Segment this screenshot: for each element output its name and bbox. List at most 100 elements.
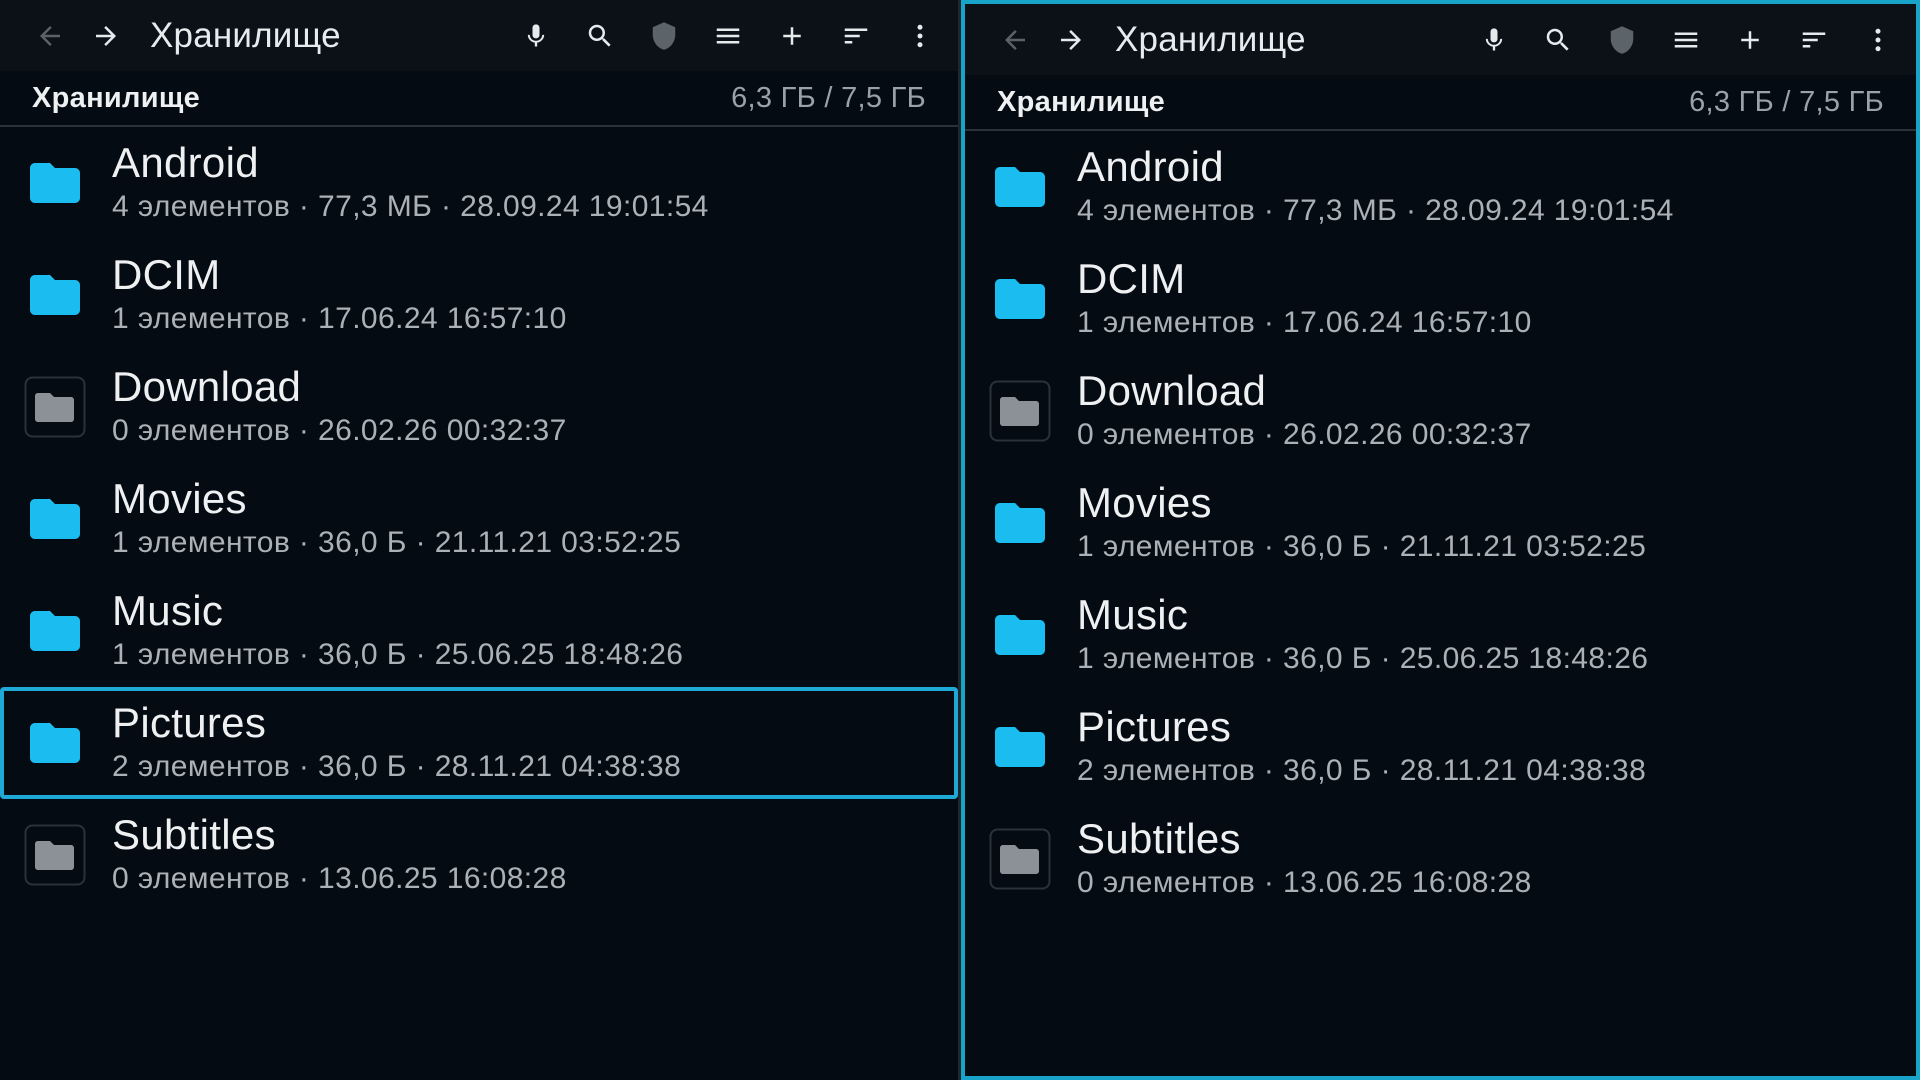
list-item[interactable]: Music 1 элементов · 36,0 Б · 25.06.25 18:… xyxy=(0,575,958,687)
list-item[interactable]: DCIM 1 элементов · 17.06.24 16:57:10 xyxy=(965,243,1916,355)
arrow-forward-icon xyxy=(1061,29,1081,50)
shield-icon xyxy=(652,21,676,50)
item-text: DCIM 1 элементов · 17.06.24 16:57:10 xyxy=(112,252,567,338)
toolbar-title: Хранилище xyxy=(150,15,341,55)
add-icon xyxy=(783,26,801,45)
item-text: Subtitles 0 элементов · 13.06.25 16:08:28 xyxy=(112,812,567,898)
item-name: Subtitles xyxy=(1077,815,1241,862)
search-icon xyxy=(588,24,611,47)
voice-search-button[interactable] xyxy=(504,0,568,71)
storage-usage: 6,3 ГБ / 7,5 ГБ xyxy=(731,81,926,114)
list-item[interactable]: Pictures 2 элементов · 36,0 Б · 28.11.21 … xyxy=(0,687,958,799)
folder-empty-icon xyxy=(24,824,86,886)
more-vert-icon xyxy=(917,24,923,47)
item-text: Music 1 элементов · 36,0 Б · 25.06.25 18:… xyxy=(112,588,683,674)
folder-filled-icon xyxy=(24,264,86,326)
arrow-back-icon xyxy=(40,25,60,46)
search-button[interactable] xyxy=(568,0,632,71)
folder-filled-icon xyxy=(989,492,1051,554)
item-name: Pictures xyxy=(1077,703,1232,750)
list-item[interactable]: Music 1 элементов · 36,0 Б · 25.06.25 18:… xyxy=(965,579,1916,691)
right-pane: Хранилище Хранилище 6,3 ГБ / 7,5 ГБ Andr… xyxy=(961,0,1920,1080)
add-button[interactable] xyxy=(760,0,824,71)
item-details: 2 элементов · 36,0 Б · 28.11.21 04:38:38 xyxy=(112,750,682,783)
left-pane: Хранилище Хранилище 6,3 ГБ / 7,5 ГБ Andr… xyxy=(0,0,961,1080)
item-details: 4 элементов · 77,3 МБ · 28.09.24 19:01:5… xyxy=(1077,194,1674,227)
item-name: Movies xyxy=(112,475,247,522)
item-name: Music xyxy=(1077,591,1189,638)
item-details: 4 элементов · 77,3 МБ · 28.09.24 19:01:5… xyxy=(112,190,709,223)
protect-button[interactable] xyxy=(632,0,696,71)
shield-icon xyxy=(1610,25,1634,54)
folder-filled-icon xyxy=(24,488,86,550)
protect-button[interactable] xyxy=(1590,4,1654,75)
folder-empty-icon xyxy=(989,828,1051,890)
add-button[interactable] xyxy=(1718,4,1782,75)
item-text: Movies 1 элементов · 36,0 Б · 21.11.21 03… xyxy=(1077,480,1646,566)
list-item[interactable]: Movies 1 элементов · 36,0 Б · 21.11.21 03… xyxy=(0,463,958,575)
add-icon xyxy=(1741,30,1759,49)
item-name: Music xyxy=(112,587,224,634)
microphone-icon xyxy=(1485,27,1503,50)
list-view-icon xyxy=(716,28,740,43)
search-button[interactable] xyxy=(1526,4,1590,75)
file-list: Android 4 элементов · 77,3 МБ · 28.09.24 … xyxy=(0,127,958,911)
item-details: 2 элементов · 36,0 Б · 28.11.21 04:38:38 xyxy=(1077,754,1647,787)
search-icon xyxy=(1546,28,1569,51)
list-item[interactable]: Android 4 элементов · 77,3 МБ · 28.09.24 … xyxy=(965,131,1916,243)
folder-filled-icon xyxy=(989,604,1051,666)
item-details: 1 элементов · 36,0 Б · 21.11.21 03:52:25 xyxy=(1077,530,1647,563)
dual-pane-file-manager: Хранилище Хранилище 6,3 ГБ / 7,5 ГБ Andr… xyxy=(0,0,1920,1080)
sort-button[interactable] xyxy=(1782,4,1846,75)
path-title[interactable]: Хранилище xyxy=(997,86,1165,119)
item-text: Music 1 элементов · 36,0 Б · 25.06.25 18:… xyxy=(1077,592,1648,678)
item-details: 0 элементов · 26.02.26 00:32:37 xyxy=(112,414,567,447)
forward-button[interactable] xyxy=(1043,4,1099,75)
item-name: Android xyxy=(1077,143,1224,190)
folder-filled-icon xyxy=(24,152,86,214)
folder-filled-icon xyxy=(989,716,1051,778)
path-bar: Хранилище 6,3 ГБ / 7,5 ГБ xyxy=(0,71,958,127)
sort-button[interactable] xyxy=(824,0,888,71)
item-text: DCIM 1 элементов · 17.06.24 16:57:10 xyxy=(1077,256,1532,342)
view-mode-button[interactable] xyxy=(1654,4,1718,75)
list-item[interactable]: Pictures 2 элементов · 36,0 Б · 28.11.21 … xyxy=(965,691,1916,803)
path-title[interactable]: Хранилище xyxy=(32,82,200,115)
item-details: 1 элементов · 36,0 Б · 25.06.25 18:48:26 xyxy=(1077,642,1649,675)
folder-filled-icon xyxy=(24,712,86,774)
path-bar: Хранилище 6,3 ГБ / 7,5 ГБ xyxy=(965,75,1916,131)
sort-icon xyxy=(844,28,868,43)
item-text: Pictures 2 элементов · 36,0 Б · 28.11.21 … xyxy=(112,700,681,786)
item-details: 0 элементов · 13.06.25 16:08:28 xyxy=(1077,866,1532,899)
list-item[interactable]: Subtitles 0 элементов · 13.06.25 16:08:28 xyxy=(965,803,1916,915)
list-item[interactable]: Movies 1 элементов · 36,0 Б · 21.11.21 03… xyxy=(965,467,1916,579)
item-details: 0 элементов · 26.02.26 00:32:37 xyxy=(1077,418,1532,451)
item-name: DCIM xyxy=(112,251,221,298)
more-options-button[interactable] xyxy=(888,0,952,71)
item-text: Subtitles 0 элементов · 13.06.25 16:08:28 xyxy=(1077,816,1532,902)
list-item[interactable]: DCIM 1 элементов · 17.06.24 16:57:10 xyxy=(0,239,958,351)
toolbar-actions xyxy=(1462,4,1910,75)
list-item[interactable]: Download 0 элементов · 26.02.26 00:32:37 xyxy=(0,351,958,463)
item-text: Pictures 2 элементов · 36,0 Б · 28.11.21 … xyxy=(1077,704,1646,790)
item-name: Download xyxy=(1077,367,1267,414)
item-details: 1 элементов · 17.06.24 16:57:10 xyxy=(112,302,567,335)
voice-search-button[interactable] xyxy=(1462,4,1526,75)
list-item[interactable]: Download 0 элементов · 26.02.26 00:32:37 xyxy=(965,355,1916,467)
toolbar: Хранилище xyxy=(965,4,1916,75)
arrow-forward-icon xyxy=(96,25,116,46)
list-item[interactable]: Subtitles 0 элементов · 13.06.25 16:08:28 xyxy=(0,799,958,911)
back-button[interactable] xyxy=(987,4,1043,75)
view-mode-button[interactable] xyxy=(696,0,760,71)
item-name: Android xyxy=(112,139,259,186)
folder-empty-icon xyxy=(24,376,86,438)
forward-button[interactable] xyxy=(78,0,134,71)
item-text: Download 0 элементов · 26.02.26 00:32:37 xyxy=(112,364,567,450)
list-item[interactable]: Android 4 элементов · 77,3 МБ · 28.09.24 … xyxy=(0,127,958,239)
item-details: 1 элементов · 36,0 Б · 21.11.21 03:52:25 xyxy=(112,526,682,559)
item-text: Download 0 элементов · 26.02.26 00:32:37 xyxy=(1077,368,1532,454)
list-view-icon xyxy=(1674,32,1698,47)
more-options-button[interactable] xyxy=(1846,4,1910,75)
toolbar-actions xyxy=(504,0,952,71)
back-button[interactable] xyxy=(22,0,78,71)
